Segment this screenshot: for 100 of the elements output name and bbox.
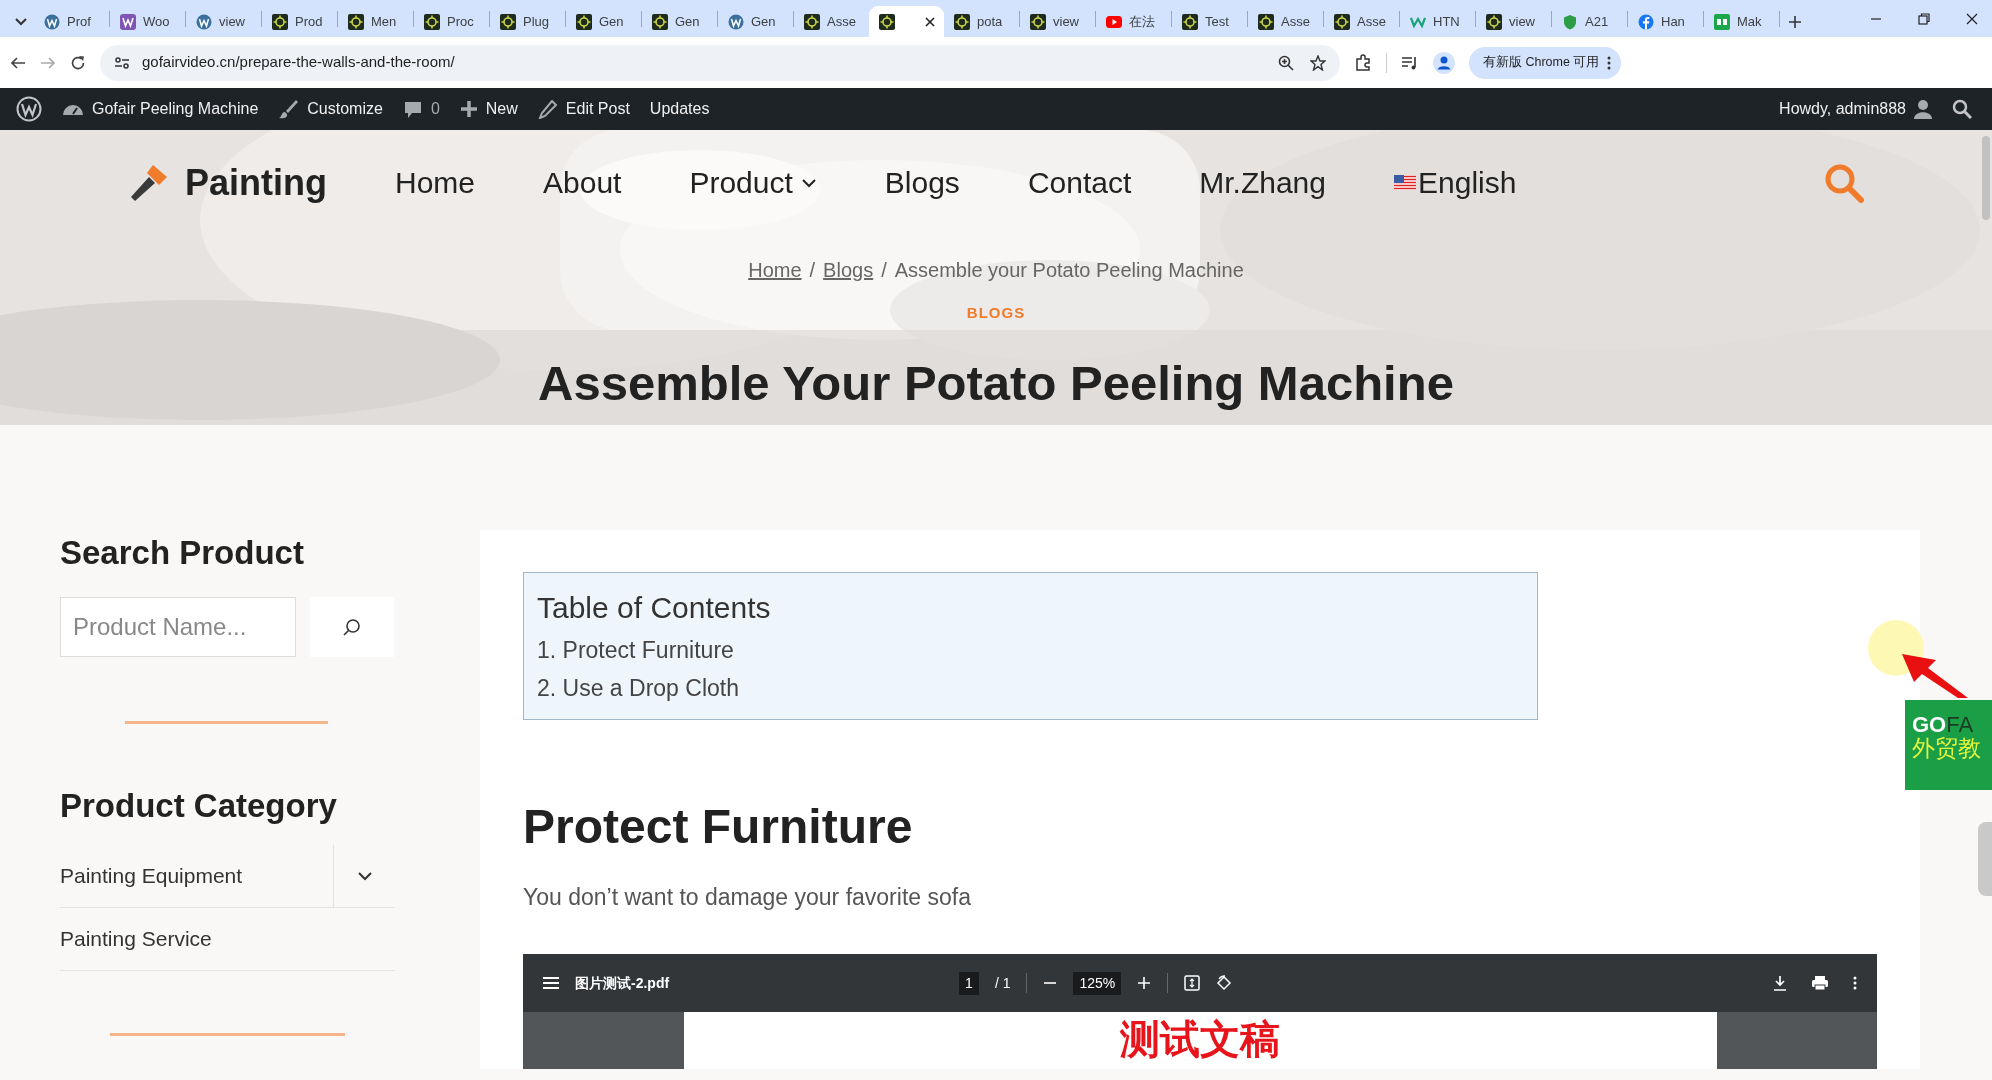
browser-tab[interactable]: view bbox=[1020, 6, 1095, 37]
zoom-field[interactable]: 125% bbox=[1073, 971, 1122, 995]
browser-tab[interactable]: Prod bbox=[262, 6, 337, 37]
nav-link[interactable]: Home bbox=[395, 160, 476, 205]
browser-tab[interactable]: Test bbox=[1172, 6, 1247, 37]
gear-icon bbox=[1334, 13, 1350, 30]
admin-bar-link[interactable]: Edit Post bbox=[527, 97, 640, 121]
category-link[interactable]: Painting Service bbox=[60, 923, 212, 955]
zoom-icon[interactable] bbox=[1278, 54, 1294, 71]
wordpress-icon bbox=[728, 13, 744, 30]
gear-icon bbox=[424, 13, 440, 30]
nav-link[interactable]: Mr.Zhang bbox=[1199, 160, 1326, 205]
browser-tab[interactable]: Proc bbox=[414, 6, 489, 37]
browser-tab[interactable]: Asse bbox=[1248, 6, 1323, 37]
browser-tab[interactable]: Asse bbox=[794, 6, 869, 37]
wordpress-icon[interactable] bbox=[16, 96, 42, 122]
scrollbar-thumb[interactable] bbox=[1982, 136, 1990, 220]
download-icon[interactable] bbox=[1773, 975, 1787, 992]
admin-bar-link[interactable]: 0 bbox=[392, 97, 450, 121]
browser-tab[interactable]: Gen bbox=[718, 6, 793, 37]
more-icon[interactable] bbox=[1853, 976, 1857, 991]
admin-bar-link[interactable]: New bbox=[449, 97, 528, 121]
account-menu[interactable]: Howdy, admin888 bbox=[1769, 97, 1942, 121]
caret-icon bbox=[800, 177, 817, 188]
breadcrumb-separator: / bbox=[881, 259, 887, 281]
wordpress-icon bbox=[44, 13, 60, 30]
browser-tab[interactable]: view bbox=[1476, 6, 1551, 37]
bookmark-star-icon[interactable] bbox=[1310, 54, 1326, 71]
profile-icon[interactable] bbox=[1433, 51, 1455, 74]
browser-tab[interactable] bbox=[869, 6, 944, 37]
browser-tab[interactable]: A21 bbox=[1552, 6, 1627, 37]
brush-icon bbox=[278, 99, 300, 119]
browser-tab[interactable]: Prof bbox=[34, 6, 109, 37]
promo-banner[interactable]: GOFA 外贸教 bbox=[1905, 700, 1992, 790]
site-settings-icon[interactable] bbox=[114, 55, 130, 70]
menu-icon[interactable] bbox=[543, 976, 559, 991]
browser-tab[interactable]: view bbox=[186, 6, 261, 37]
admin-bar-link[interactable]: Gofair Peeling Machine bbox=[52, 97, 269, 121]
print-icon[interactable] bbox=[1811, 975, 1829, 992]
close-icon[interactable] bbox=[924, 15, 936, 28]
wordpress-icon bbox=[196, 13, 212, 30]
search-field[interactable]: Product Name... bbox=[60, 596, 296, 657]
browser-tab[interactable]: Gen bbox=[642, 6, 717, 37]
gear-icon bbox=[879, 13, 895, 30]
woo-icon bbox=[120, 13, 136, 30]
toc-link[interactable]: 2. Use a Drop Cloth bbox=[537, 670, 1524, 705]
toc-link[interactable]: 1. Protect Furniture bbox=[537, 633, 1524, 668]
update-button[interactable]: 有新版 Chrome 可用 bbox=[1469, 46, 1622, 79]
nav-link[interactable]: Contact bbox=[1027, 160, 1132, 205]
gear-icon bbox=[1258, 13, 1274, 30]
page-title: Assemble Your Potato Peeling Machine bbox=[537, 354, 1455, 412]
breadcrumb-link[interactable]: Home bbox=[748, 259, 802, 281]
reload-icon[interactable] bbox=[70, 54, 86, 71]
admin-bar-link[interactable]: Updates bbox=[639, 97, 720, 121]
address-bar[interactable]: gofairvideo.cn/prepare-the-walls-and-the-room/ bbox=[100, 44, 1340, 81]
browser-tab[interactable]: Gen bbox=[566, 6, 641, 37]
widget-title: Product Category bbox=[60, 785, 338, 826]
browser-tab[interactable]: Woo bbox=[110, 6, 185, 37]
admin-bar-link[interactable]: Customize bbox=[268, 97, 393, 121]
page-field[interactable]: 1 bbox=[959, 971, 979, 995]
shield-icon bbox=[1562, 13, 1578, 30]
rotate-icon[interactable] bbox=[1216, 975, 1233, 992]
dashboard-icon bbox=[62, 103, 84, 115]
browser-tab[interactable]: Men bbox=[338, 6, 413, 37]
gear-icon bbox=[954, 13, 970, 30]
nav-link[interactable]: English bbox=[1394, 160, 1517, 205]
chevron-icon bbox=[356, 871, 373, 882]
file-name: 图片测试-2.pdf bbox=[575, 973, 670, 993]
media-icon[interactable] bbox=[1401, 54, 1419, 71]
back-icon[interactable] bbox=[10, 54, 26, 71]
browser-tab[interactable]: pota bbox=[944, 6, 1019, 37]
search-icon[interactable] bbox=[1952, 99, 1972, 119]
close-icon[interactable] bbox=[1966, 12, 1978, 25]
gear-icon bbox=[348, 13, 364, 30]
new-tab-icon[interactable] bbox=[1788, 14, 1802, 29]
restore-icon[interactable] bbox=[1918, 12, 1930, 25]
nav-link[interactable]: Blogs bbox=[884, 160, 960, 205]
browser-tab[interactable]: Mak bbox=[1704, 6, 1779, 37]
fit-page-icon[interactable] bbox=[1184, 975, 1201, 992]
category-label: BLOGS bbox=[965, 303, 1027, 323]
user-icon bbox=[1914, 99, 1932, 119]
browser-tab[interactable]: Han bbox=[1628, 6, 1703, 37]
zoom-in-icon[interactable] bbox=[1137, 976, 1152, 991]
document-heading: 测试文稿 bbox=[1120, 1016, 1280, 1063]
gear-icon bbox=[652, 13, 668, 30]
nav-link[interactable]: About bbox=[543, 160, 622, 205]
breadcrumb-link[interactable]: Blogs bbox=[823, 259, 874, 281]
extensions-icon[interactable] bbox=[1354, 53, 1372, 72]
browser-tab[interactable]: HTN bbox=[1400, 6, 1475, 37]
toc-title: Table of Contents bbox=[537, 590, 772, 626]
site-logo[interactable]: Painting bbox=[127, 155, 327, 210]
gear-icon bbox=[1486, 13, 1502, 30]
browser-tab[interactable]: Asse bbox=[1324, 6, 1399, 37]
browser-tab[interactable]: 在法 bbox=[1096, 6, 1171, 37]
page-count: / 1 bbox=[994, 973, 1011, 993]
gear-icon bbox=[1030, 13, 1046, 30]
browser-tab[interactable]: Plug bbox=[490, 6, 565, 37]
breadcrumb-current: Assemble your Potato Peeling Machine bbox=[894, 259, 1244, 281]
more-icon bbox=[1607, 55, 1612, 70]
category-link[interactable]: Painting Equipment bbox=[60, 860, 243, 892]
